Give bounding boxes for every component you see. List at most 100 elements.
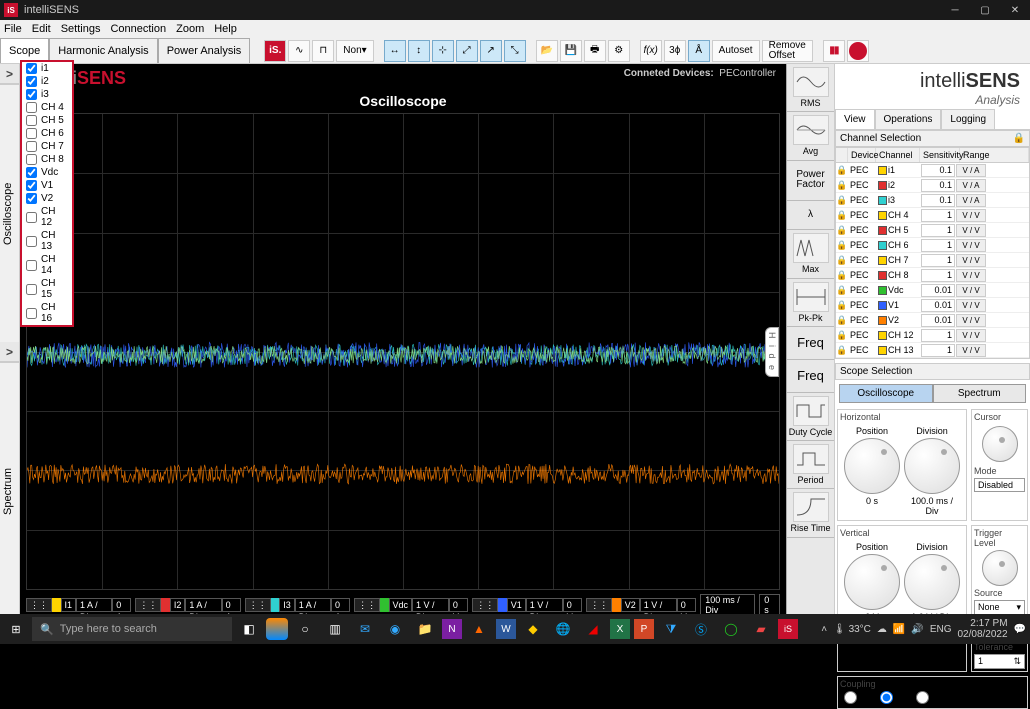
scope-sel-spectrum[interactable]: Spectrum [933, 384, 1027, 403]
rp-tab-view[interactable]: View [835, 109, 875, 129]
excel-icon[interactable]: X [610, 619, 630, 639]
start-button[interactable]: ⊞ [4, 617, 28, 641]
taskbar-app-2[interactable]: ▥ [322, 616, 348, 642]
close-button[interactable]: ✕ [1000, 0, 1030, 20]
task-view-icon[interactable]: ◧ [236, 616, 262, 642]
trigger-mode-dropdown[interactable]: Non ▾ [336, 40, 373, 62]
cursor-dial[interactable] [982, 426, 1018, 462]
coupling-dc[interactable]: DC [880, 691, 909, 706]
minimize-button[interactable]: ─ [940, 0, 970, 20]
intellisens-taskbar-icon[interactable]: iS [778, 619, 798, 639]
cursor-y-icon[interactable]: ↕ [408, 40, 430, 62]
onedrive-icon[interactable]: ☁ [877, 624, 887, 635]
channel-row[interactable]: 🔒PECi30.1V / A [836, 193, 1029, 208]
volume-icon[interactable]: 🔊 [911, 624, 923, 635]
channel-toggle[interactable]: V2 [22, 192, 72, 205]
wifi-icon[interactable]: 📶 [893, 624, 905, 635]
settings-icon[interactable]: ⚙ [608, 40, 630, 62]
print-icon[interactable]: 🖶 [584, 40, 606, 62]
channel-toggle[interactable]: CH 5 [22, 114, 72, 127]
taskbar-clock[interactable]: 2:17 PM02/08/2022 [957, 618, 1007, 640]
remove-offset-button[interactable]: Remove Offset [762, 40, 813, 62]
notifications-icon[interactable]: 💬 [1014, 624, 1026, 635]
powerpoint-icon[interactable]: P [634, 619, 654, 639]
channel-row[interactable]: 🔒PECCH 41V / V [836, 208, 1029, 223]
channel-row[interactable]: 🔒PECCH 131V / V [836, 343, 1029, 358]
channel-toggle[interactable]: CH 4 [22, 101, 72, 114]
channel-toggle[interactable]: Vdc [22, 166, 72, 179]
measure-power-factor[interactable]: Power Factor [787, 161, 834, 201]
measure-freq[interactable]: Freq [787, 327, 834, 360]
rp-tab-operations[interactable]: Operations [875, 109, 942, 129]
channel-row[interactable]: 🔒PECCH 71V / V [836, 253, 1029, 268]
lock-icon[interactable]: 🔒 [1013, 133, 1025, 144]
autoset-button[interactable]: Autoset [712, 40, 760, 62]
vert-division-dial[interactable] [904, 554, 960, 610]
three-phase-icon[interactable]: 3ɸ [664, 40, 686, 62]
rp-tab-logging[interactable]: Logging [941, 109, 995, 129]
scope-sel-oscilloscope[interactable]: Oscilloscope [839, 384, 933, 403]
scope-selection-toggle[interactable]: Oscilloscope Spectrum [839, 384, 1026, 403]
channel-toggle[interactable]: CH 15 [22, 277, 72, 301]
cursor-x-icon[interactable]: ↔ [384, 40, 406, 62]
channel-toggle[interactable]: CH 13 [22, 229, 72, 253]
explorer-icon[interactable]: 📁 [412, 616, 438, 642]
channel-row[interactable]: 🔒PECV20.01V / V [836, 313, 1029, 328]
menu-zoom[interactable]: Zoom [176, 23, 204, 35]
cursor-measure-icon[interactable]: ↗ [480, 40, 502, 62]
expand-oscilloscope-button[interactable]: > [0, 64, 19, 84]
trigger-tolerance-input[interactable]: 1⇅ [974, 654, 1025, 669]
taskbar-search[interactable]: 🔍 Type here to search [32, 617, 232, 641]
channel-tag[interactable]: ⋮⋮I31 A / Div0 A [245, 598, 350, 612]
menu-connection[interactable]: Connection [110, 23, 166, 35]
cursor-diag-icon[interactable]: ⤢ [456, 40, 478, 62]
measure-period[interactable]: Period [787, 441, 834, 489]
weather-temp[interactable]: 🌡 33°C [833, 624, 871, 635]
measure-duty-cycle[interactable]: Duty Cycle [787, 393, 834, 441]
sine-tool-icon[interactable]: ∿ [288, 40, 310, 62]
channel-row[interactable]: 🔒PECi20.1V / A [836, 178, 1029, 193]
channel-tag[interactable]: ⋮⋮I21 A / Div0 A [135, 598, 240, 612]
menu-edit[interactable]: Edit [32, 23, 51, 35]
horiz-position-dial[interactable] [844, 438, 900, 494]
measure-max[interactable]: Max [787, 230, 834, 278]
channel-tag[interactable]: ⋮⋮Vdc1 V / Div0 V [354, 598, 468, 612]
measure-freq[interactable]: Freq [787, 360, 834, 393]
maximize-button[interactable]: ▢ [970, 0, 1000, 20]
channel-tag[interactable]: ⋮⋮V21 V / Div0 V [586, 598, 696, 612]
record-button[interactable] [847, 40, 869, 62]
fx-icon[interactable]: f(x) [640, 40, 662, 62]
channel-toggle[interactable]: CH 7 [22, 140, 72, 153]
onenote-icon[interactable]: N [442, 619, 462, 639]
cursor-cross-icon[interactable]: ⊹ [432, 40, 454, 62]
menu-file[interactable]: File [4, 23, 22, 35]
measure-λ[interactable]: λ [787, 201, 834, 231]
cursor-zoom-icon[interactable]: ⤡ [504, 40, 526, 62]
measure-pk-pk[interactable]: Pk-Pk [787, 279, 834, 327]
tab-power[interactable]: Power Analysis [158, 38, 251, 63]
channel-row[interactable]: 🔒PECi10.1V / A [836, 163, 1029, 178]
channel-toggle[interactable]: CH 12 [22, 205, 72, 229]
whatsapp-icon[interactable]: ◯ [718, 616, 744, 642]
taskbar-app-1[interactable] [266, 618, 288, 640]
open-icon[interactable]: 📂 [536, 40, 558, 62]
channel-toggle[interactable]: V1 [22, 179, 72, 192]
channel-row[interactable]: 🔒PECVdc0.01V / V [836, 283, 1029, 298]
coupling-ac[interactable]: AC [844, 691, 872, 706]
chrome-icon[interactable]: 🌐 [550, 616, 576, 642]
cortana-icon[interactable]: ○ [292, 616, 318, 642]
edge-icon[interactable]: ◉ [382, 616, 408, 642]
channel-toggle[interactable]: CH 6 [22, 127, 72, 140]
horiz-division-dial[interactable] [904, 438, 960, 494]
channel-toggle[interactable]: i3 [22, 88, 72, 101]
channel-row[interactable]: 🔒PECCH 51V / V [836, 223, 1029, 238]
trigger-source-select[interactable]: None▾ [974, 600, 1025, 615]
measure-rms[interactable]: RMS [787, 64, 834, 112]
channel-row[interactable]: 🔒PECCH 121V / V [836, 328, 1029, 343]
channel-row[interactable]: 🔒PECCH 61V / V [836, 238, 1029, 253]
measure-avg[interactable]: Avg [787, 112, 834, 160]
brand-button[interactable]: iS. [264, 40, 286, 62]
save-icon[interactable]: 💾 [560, 40, 582, 62]
sidebar-tab-spectrum[interactable]: Spectrum [0, 362, 19, 620]
channel-tag[interactable]: ⋮⋮V11 V / Div0 V [472, 598, 582, 612]
